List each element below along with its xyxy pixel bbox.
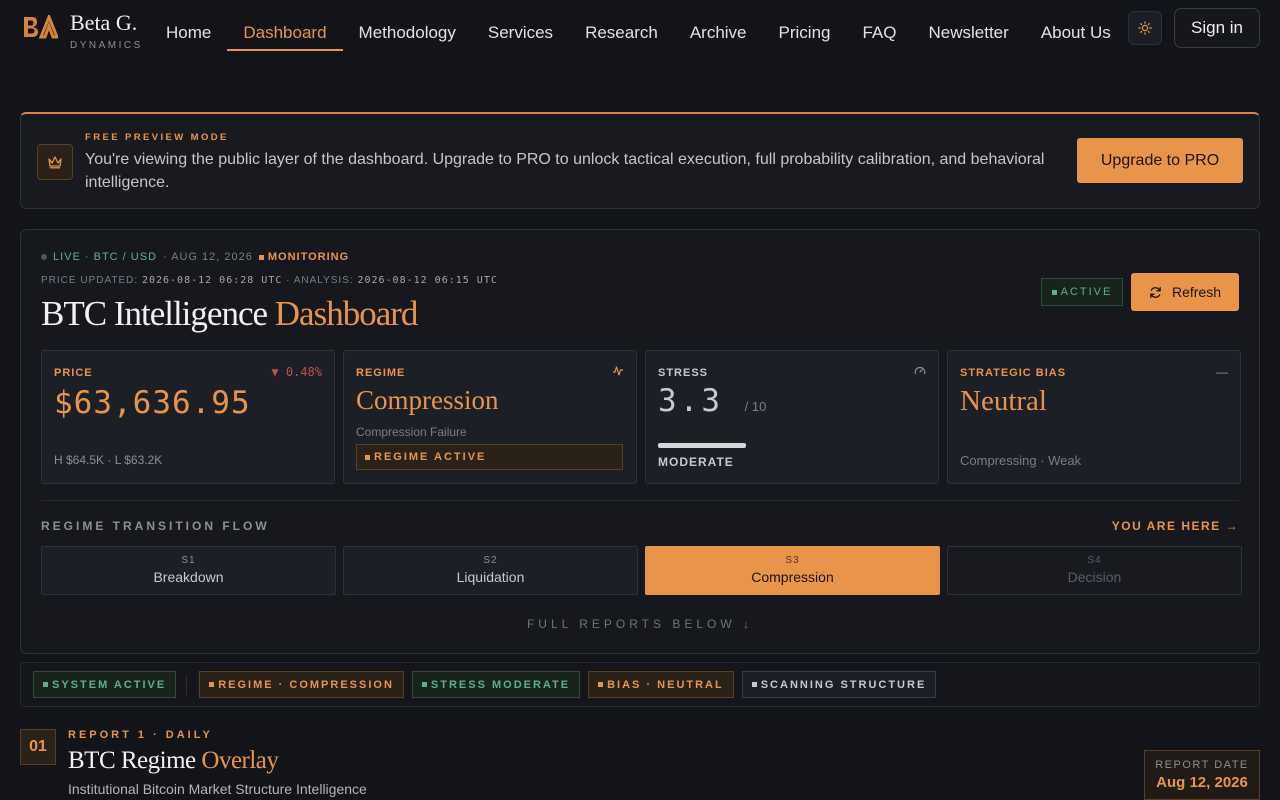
price-value: $63,636.95 <box>54 385 251 421</box>
nav-newsletter[interactable]: Newsletter <box>913 5 1025 51</box>
refresh-button[interactable]: Refresh <box>1131 273 1239 311</box>
tag-stress: STRESS MODERATE <box>411 671 581 698</box>
regime-label: REGIME <box>356 367 406 379</box>
live-status-row: LIVE · BTC / USD · AUG 12, 2026 MONITORI… <box>41 251 349 263</box>
nav-about-us[interactable]: About Us <box>1025 5 1127 51</box>
monitoring-badge: MONITORING <box>258 251 349 263</box>
nav-faq[interactable]: FAQ <box>846 5 912 51</box>
you-are-here-link[interactable]: YOU ARE HERE → <box>1112 519 1239 533</box>
gauge-icon <box>914 365 926 380</box>
report-date-value: Aug 12, 2026 <box>1156 774 1248 791</box>
report-number-badge: 01 <box>20 729 56 765</box>
bias-label: STRATEGIC BIAS <box>960 367 1067 379</box>
flow-title: REGIME TRANSITION FLOW <box>41 519 270 533</box>
live-date: · AUG 12, 2026 <box>163 251 253 263</box>
stress-value: 3.3 <box>658 383 723 419</box>
report-date-label: REPORT DATE <box>1155 759 1249 771</box>
preview-message: You're viewing the public layer of the d… <box>85 151 1045 191</box>
strategic-bias-card: STRATEGIC BIAS — Neutral Compressing · W… <box>947 350 1241 484</box>
stress-card: STRESS 3.3 / 10 MODERATE <box>645 350 939 484</box>
stress-level-bar <box>658 443 746 448</box>
strip-separator <box>186 674 188 695</box>
divider <box>41 500 1239 501</box>
nav-dashboard[interactable]: Dashboard <box>227 5 343 51</box>
top-navigation: Beta G. DYNAMICS Home Dashboard Methodol… <box>0 0 1280 56</box>
sign-in-button[interactable]: Sign in <box>1174 8 1260 48</box>
nav-home[interactable]: Home <box>150 5 227 51</box>
regime-active-chip: REGIME ACTIVE <box>356 444 623 470</box>
price-range: H $64.5K · L $63.2K <box>54 453 163 467</box>
bias-corner-dash: — <box>1216 365 1228 379</box>
regime-card: REGIME Compression Compression Failure R… <box>343 350 637 484</box>
page-title: BTC Intelligence Dashboard <box>41 294 418 333</box>
stress-level-label: MODERATE <box>658 455 734 469</box>
nav-links: Home Dashboard Methodology Services Rese… <box>150 0 1127 56</box>
stage-s4[interactable]: S4 Decision <box>947 546 1242 595</box>
crown-icon <box>37 144 73 180</box>
regime-subtitle: Compression Failure <box>356 425 467 439</box>
nav-services[interactable]: Services <box>472 5 569 51</box>
regime-value: Compression <box>356 385 499 415</box>
bias-subtitle: Compressing · Weak <box>960 453 1082 468</box>
bias-value: Neutral <box>960 385 1047 417</box>
brand-name: Beta G. <box>70 10 138 35</box>
regime-stages: S1 Breakdown S2 Liquidation S3 Compressi… <box>41 546 1242 595</box>
upgrade-button[interactable]: Upgrade to PRO <box>1077 138 1243 183</box>
tag-regime: REGIME · COMPRESSION <box>199 671 404 698</box>
report-date-box: REPORT DATE Aug 12, 2026 <box>1144 750 1260 800</box>
report-subtitle: Institutional Bitcoin Market Structure I… <box>68 781 367 797</box>
stress-value-wrap: 3.3 / 10 <box>658 383 766 419</box>
activity-icon <box>612 365 624 380</box>
refresh-icon <box>1150 286 1161 298</box>
report-kicker: REPORT 1 · DAILY <box>68 729 213 741</box>
tag-scanning: SCANNING STRUCTURE <box>741 671 937 698</box>
sun-icon <box>1138 21 1152 35</box>
theme-toggle-button[interactable] <box>1128 11 1162 45</box>
stress-label: STRESS <box>658 367 709 379</box>
logo-mark-icon <box>22 12 58 42</box>
nav-pricing[interactable]: Pricing <box>763 5 847 51</box>
price-card: PRICE ▼ 0.48% $63,636.95 H $64.5K · L $6… <box>41 350 335 484</box>
dashboard-panel: LIVE · BTC / USD · AUG 12, 2026 MONITORI… <box>20 229 1260 654</box>
status-strip: SYSTEM ACTIVE REGIME · COMPRESSION STRES… <box>20 662 1260 707</box>
analysis-time: 2026-08-12 06:15 UTC <box>357 275 498 286</box>
report-title: BTC Regime Overlay <box>68 747 279 774</box>
brand-subtitle: DYNAMICS <box>70 40 143 51</box>
nav-archive[interactable]: Archive <box>674 5 763 51</box>
stage-s2[interactable]: S2 Liquidation <box>343 546 638 595</box>
tag-system-active: SYSTEM ACTIVE <box>33 671 177 698</box>
preview-banner: FREE PREVIEW MODE You're viewing the pub… <box>20 112 1260 209</box>
price-label: PRICE <box>54 367 93 379</box>
stage-s3[interactable]: S3 Compression <box>645 546 940 595</box>
stress-denominator: / 10 <box>744 399 767 414</box>
live-dot-icon <box>41 254 47 260</box>
nav-research[interactable]: Research <box>569 5 674 51</box>
full-reports-link[interactable]: FULL REPORTS BELOW ↓ <box>21 617 1259 631</box>
preview-kicker: FREE PREVIEW MODE <box>85 132 229 143</box>
active-status-badge: ACTIVE <box>1041 278 1123 306</box>
brand-logo[interactable]: Beta G. DYNAMICS <box>22 12 143 51</box>
stage-s1[interactable]: S1 Breakdown <box>41 546 336 595</box>
metric-cards: PRICE ▼ 0.48% $63,636.95 H $64.5K · L $6… <box>41 350 1241 484</box>
price-change: ▼ 0.48% <box>271 365 322 379</box>
live-pair: LIVE · BTC / USD <box>53 251 158 263</box>
update-times: PRICE UPDATED: 2026-08-12 06:28 UTC · AN… <box>41 275 498 286</box>
nav-methodology[interactable]: Methodology <box>343 5 472 51</box>
price-updated-time: 2026-08-12 06:28 UTC <box>141 275 283 286</box>
tag-bias: BIAS · NEUTRAL <box>588 671 734 698</box>
